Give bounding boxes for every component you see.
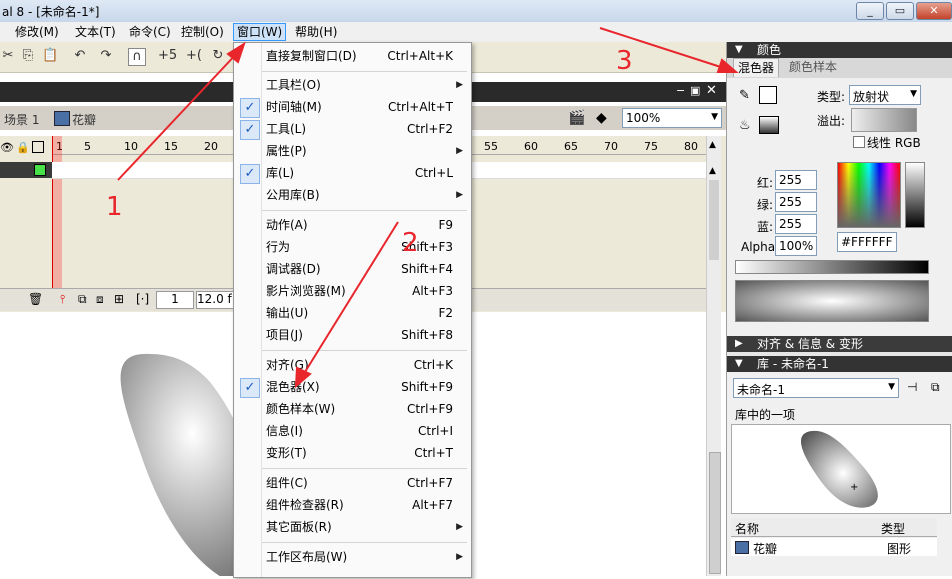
annotation-number-2: 2	[402, 228, 419, 258]
arrow-3-head	[716, 58, 739, 73]
arrow-2-head	[294, 366, 312, 389]
annotation-number-3: 3	[616, 46, 633, 76]
annotation-overlay	[117, 27, 739, 389]
arrow-2-line	[299, 221, 399, 381]
annotation-number-1: 1	[106, 192, 123, 222]
arrow-1-line	[117, 49, 241, 181]
